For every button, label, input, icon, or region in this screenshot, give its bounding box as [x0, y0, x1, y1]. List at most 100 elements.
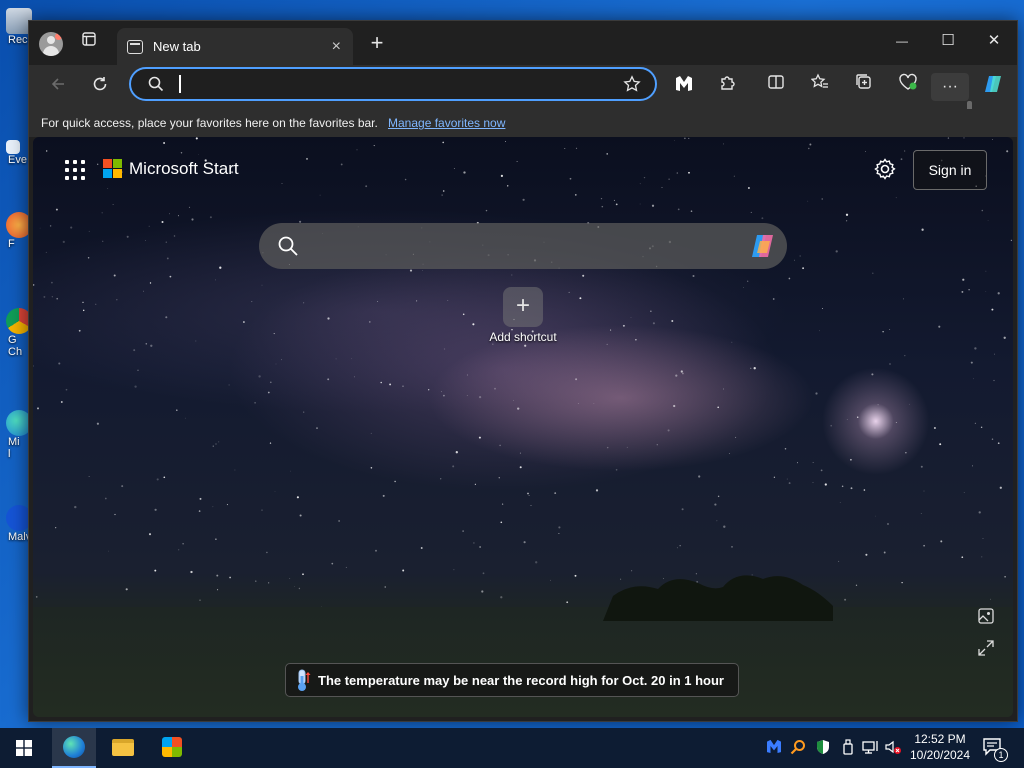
star-dot [921, 228, 924, 231]
address-input[interactable] [173, 73, 597, 97]
address-bar[interactable] [129, 67, 657, 101]
extensions-icon[interactable] [713, 73, 743, 101]
collections-icon[interactable] [849, 73, 879, 101]
favorite-star-icon[interactable] [623, 75, 641, 93]
star-dot [824, 483, 827, 486]
tab-actions-icon[interactable] [75, 31, 103, 55]
settings-and-more-button[interactable]: ··· [931, 73, 969, 101]
star-dot [993, 379, 995, 382]
star-dot [717, 406, 720, 409]
desktop-icon-edge[interactable]: Mi l [0, 410, 32, 460]
star-dot [981, 209, 984, 212]
star-dot [96, 422, 99, 425]
browser-essentials-icon[interactable] [893, 73, 923, 101]
taskbar-edge[interactable] [52, 728, 96, 768]
star-dot [176, 409, 178, 411]
star-dot [116, 299, 118, 301]
manage-favorites-link[interactable]: Manage favorites now [388, 116, 505, 130]
tab-close-icon[interactable]: × [332, 38, 341, 56]
star-dot [377, 301, 379, 302]
volume-muted-icon[interactable] [884, 739, 901, 757]
desktop-icon-event[interactable]: Eve [0, 140, 30, 166]
background-image-icon[interactable] [977, 607, 995, 625]
system-clock[interactable]: 12:52 PM 10/20/2024 [904, 731, 976, 763]
star-dot [219, 266, 222, 269]
star-dot [569, 177, 572, 180]
apps-grid-icon[interactable] [63, 158, 87, 182]
desktop-icon-firefox[interactable]: F [0, 212, 32, 250]
desktop-icon-chrome[interactable]: G Ch [0, 308, 32, 358]
tab-new-tab[interactable]: New tab × [117, 28, 353, 65]
star-dot [527, 492, 529, 495]
back-button[interactable] [43, 73, 73, 101]
maximize-button[interactable]: ☐ [925, 21, 971, 61]
add-shortcut-button[interactable]: + [503, 287, 543, 327]
web-search-box[interactable] [259, 223, 787, 269]
page-settings-gear-icon[interactable] [873, 157, 901, 185]
expand-icon[interactable] [977, 639, 995, 657]
star-dot [838, 560, 840, 562]
star-dot [651, 204, 655, 207]
weather-alert-banner[interactable]: The temperature may be near the record h… [285, 663, 739, 697]
desktop-icon-label: Mi [8, 436, 20, 448]
web-search-input[interactable] [311, 235, 735, 259]
split-screen-icon[interactable] [761, 73, 791, 101]
taskbar-store[interactable] [150, 728, 194, 768]
favorites-icon[interactable] [805, 73, 835, 101]
star-dot [676, 172, 679, 174]
desktop-icon-malwarebytes[interactable]: Malv [0, 505, 32, 543]
malwarebytes-tray-icon[interactable] [766, 739, 782, 757]
star-dot [963, 492, 965, 493]
desktop-icon-label: G [8, 334, 17, 346]
new-tab-button[interactable]: + [363, 31, 391, 55]
minimize-button[interactable]: — [879, 21, 925, 61]
sign-in-button[interactable]: Sign in [913, 150, 987, 190]
star-dot [985, 291, 987, 292]
star-dot [154, 569, 157, 572]
copilot-icon[interactable] [749, 231, 779, 261]
star-dot [661, 186, 663, 188]
star-dot [997, 292, 1000, 295]
star-dot [908, 403, 910, 405]
star-dot [582, 274, 585, 277]
star-dot [499, 444, 501, 447]
star-dot [380, 381, 383, 384]
star-dot [443, 348, 446, 350]
star-dot [234, 469, 236, 471]
taskbar-file-explorer[interactable] [100, 728, 144, 768]
search-tray-icon[interactable] [790, 739, 806, 757]
star-dot [575, 147, 578, 149]
refresh-button[interactable] [85, 73, 115, 101]
star-dot [679, 545, 681, 547]
security-shield-icon[interactable] [815, 739, 831, 757]
copilot-icon[interactable] [979, 73, 1009, 101]
star-dot [830, 424, 832, 427]
star-dot [269, 442, 272, 444]
close-window-button[interactable]: ✕ [971, 21, 1017, 61]
star-dot [844, 598, 847, 601]
star-dot [148, 533, 152, 536]
notification-center-icon[interactable]: 1 [982, 736, 1008, 762]
star-dot [478, 395, 482, 399]
star-dot [920, 465, 923, 468]
profile-avatar-icon[interactable] [39, 32, 63, 56]
usb-device-icon[interactable] [840, 739, 856, 757]
star-dot [972, 465, 973, 467]
malwarebytes-extension-icon[interactable] [669, 73, 699, 101]
new-tab-favicon-icon [127, 39, 143, 54]
star-dot [453, 168, 455, 169]
star-dot [82, 301, 84, 303]
star-dot [126, 235, 129, 238]
star-dot [184, 417, 186, 419]
star-dot [351, 358, 353, 360]
desktop-icon-recycle-bin[interactable]: Rec [0, 8, 32, 46]
star-dot [402, 569, 405, 572]
star-dot [148, 225, 150, 227]
star-dot [656, 444, 658, 446]
network-icon[interactable] [862, 739, 878, 757]
star-dot [180, 152, 183, 154]
star-dot [968, 289, 970, 291]
start-button[interactable] [2, 728, 46, 768]
star-dot [807, 200, 809, 202]
star-dot [394, 480, 396, 483]
